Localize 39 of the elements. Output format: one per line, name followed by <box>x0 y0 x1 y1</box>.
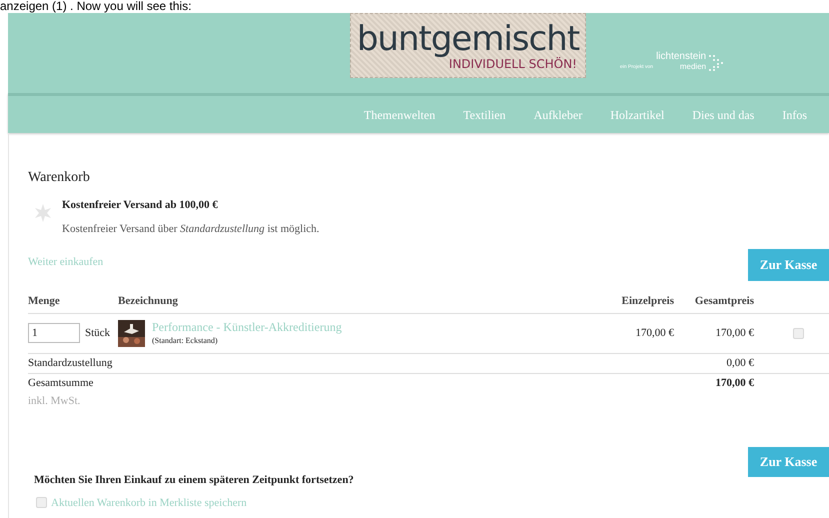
unit-label: Stück <box>85 326 110 341</box>
partner-sub: medien <box>680 62 706 71</box>
caption-text: anzeigen (1) . Now you will see this: <box>0 0 192 13</box>
total-value: 170,00 € <box>714 376 754 392</box>
column-header: Gesamtpreis <box>694 294 754 309</box>
page-title: Warenkorb <box>28 169 91 187</box>
checkbox[interactable] <box>793 328 804 338</box>
nav-link[interactable]: Dies und das <box>692 106 754 124</box>
product-link[interactable]: Performance - Künstler-Akkreditierung <box>152 320 342 334</box>
shipping-notice-title: Kostenfreier Versand ab 100,00 € <box>62 198 219 213</box>
nav-link[interactable]: Aufkleber <box>534 106 582 124</box>
column-header: Einzelpreis <box>620 294 674 309</box>
star-icon <box>34 204 52 222</box>
nav-link[interactable]: Textilien <box>463 106 506 124</box>
nav-link[interactable]: Themenwelten <box>364 106 436 124</box>
nav-link[interactable]: Infos <box>782 106 807 124</box>
continue-shopping-link[interactable]: Weiter einkaufen <box>28 254 104 270</box>
shipping-label: Standardzustellung <box>28 356 114 371</box>
dots-arrow-icon <box>709 55 724 71</box>
checkbox[interactable] <box>36 497 47 508</box>
column-header: Menge <box>28 294 61 309</box>
shipping-notice-text: Kostenfreier Versand über Standardzustellung ist möglich. <box>62 222 320 237</box>
partner-name: lichtenstein <box>656 51 706 62</box>
shipping-value: 0,00 € <box>726 356 754 371</box>
total-label: Gesamtsumme <box>28 376 94 392</box>
checkout-button[interactable]: Zur Kasse <box>748 446 829 476</box>
product-variant: (Standart: Eckstand) <box>152 334 219 346</box>
nav-link[interactable]: Holzartikel <box>610 106 664 124</box>
tax-note: inkl. MwSt. <box>28 394 82 408</box>
column-header: Bezeichnung <box>118 294 179 309</box>
checkout-button[interactable]: Zur Kasse <box>748 249 829 281</box>
unit-price: 170,00 € <box>634 326 674 341</box>
logo[interactable]: buntgemischt INDIVIDUELL SCHÖN! <box>350 13 586 78</box>
save-question: Möchten Sie Ihren Einkauf zu einem späteren Zeitpunkt fortsetzen? <box>34 472 355 486</box>
save-option-label[interactable]: Aktuellen Warenkorb in Merkliste speichern <box>51 494 247 511</box>
total-price: 170,00 € <box>714 326 754 341</box>
logo-tagline: INDIVIDUELL SCHÖN! <box>448 56 577 70</box>
logo-title: buntgemischt <box>356 20 580 56</box>
quantity-field[interactable]: 1 <box>28 323 80 343</box>
